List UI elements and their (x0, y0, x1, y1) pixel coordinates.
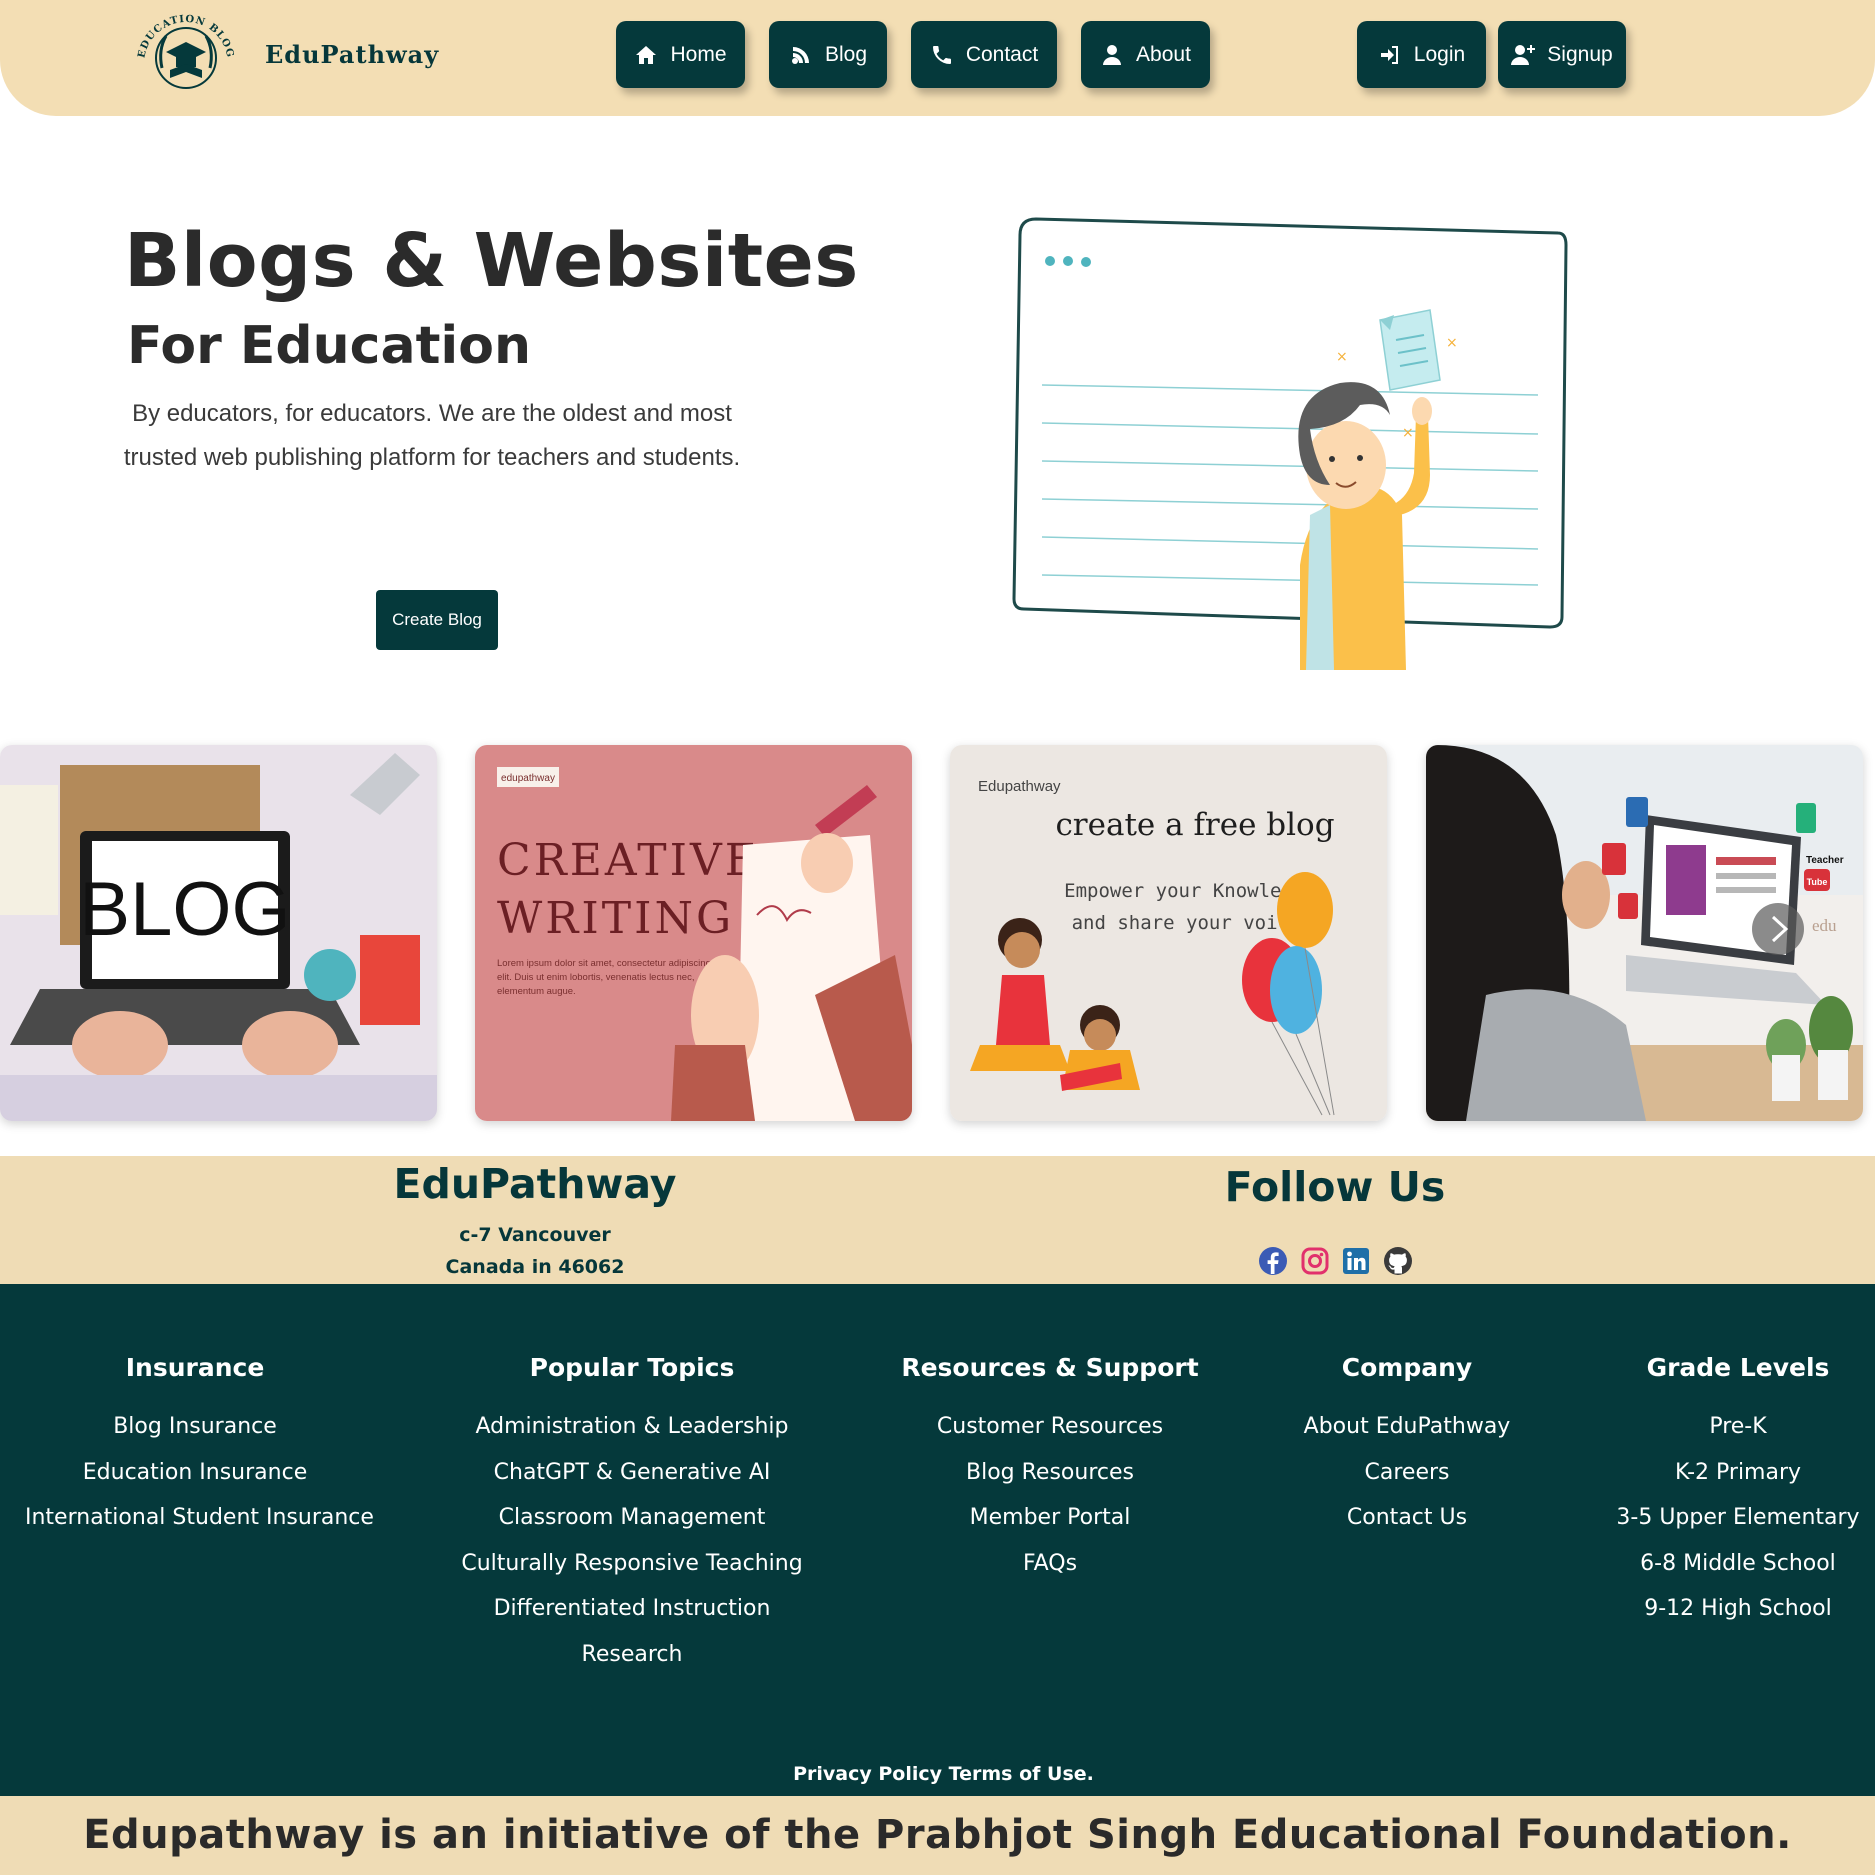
hero-title: Blogs & Websites (124, 218, 859, 304)
signup-label: Signup (1547, 42, 1613, 66)
follow-us-title: Follow Us (1224, 1163, 1446, 1211)
footer-heading-grade-levels: Grade Levels (1646, 1353, 1830, 1382)
footer-link-faqs[interactable]: FAQs (890, 1541, 1210, 1587)
card-student-image: Teacher Tube edu (1426, 745, 1863, 1121)
footer-link-blog-insurance[interactable]: Blog Insurance (25, 1404, 365, 1450)
card-creative-writing-image: edupathway CREATIVE WRITING Lorem ipsum … (475, 745, 912, 1121)
footer-link-blog-resources[interactable]: Blog Resources (890, 1450, 1210, 1496)
footer-column-company: Company About EduPathway Careers Contact… (1277, 1353, 1537, 1541)
card-creative-tag: edupathway (501, 773, 555, 784)
card-student-badge-tube: Tube (1807, 877, 1828, 887)
footer-column-grade-levels: Grade Levels Pre-K K-2 Primary 3-5 Upper… (1598, 1353, 1875, 1632)
nav-home-label: Home (670, 42, 727, 66)
terms-of-use-link[interactable]: Terms of Use. (949, 1763, 1094, 1785)
nav-blog-button[interactable]: Blog (769, 21, 887, 88)
footer-link-international-student-insurance[interactable]: International Student Insurance (25, 1495, 374, 1541)
instagram-link[interactable] (1300, 1246, 1330, 1276)
card-blog-laptop[interactable]: BLOG (0, 745, 437, 1121)
facebook-link[interactable] (1258, 1246, 1288, 1276)
login-label: Login (1413, 42, 1466, 66)
card-create-free-blog[interactable]: Edupathway create a free blog Empower yo… (950, 745, 1387, 1121)
card-blog-image: BLOG (0, 745, 437, 1121)
phone-icon (932, 45, 951, 64)
nav-about-button[interactable]: About (1081, 21, 1210, 88)
card-creative-title-2: WRITING (497, 893, 734, 944)
footer-link-administration-leadership[interactable]: Administration & Leadership (452, 1404, 812, 1450)
address-line-2: Canada in 46062 (445, 1256, 625, 1278)
login-button[interactable]: Login (1357, 21, 1486, 88)
address-line-1: c-7 Vancouver (459, 1224, 611, 1246)
facebook-icon (1259, 1247, 1287, 1275)
footer-link-pre-k[interactable]: Pre-K (1598, 1404, 1875, 1450)
signup-button[interactable]: Signup (1498, 21, 1626, 88)
footer-column-resources-support: Resources & Support Customer Resources B… (890, 1353, 1210, 1586)
footer-link-about-edupathway[interactable]: About EduPathway (1277, 1404, 1537, 1450)
hero-illustration: × × × (1012, 217, 1568, 670)
footer-brand-title: EduPathway (393, 1160, 677, 1208)
footer-column-insurance: Insurance Blog Insurance Education Insur… (25, 1353, 374, 1541)
linkedin-link[interactable] (1341, 1246, 1371, 1276)
footer-link-upper-elementary[interactable]: 3-5 Upper Elementary (1598, 1495, 1875, 1541)
nav-contact-button[interactable]: Contact (911, 21, 1057, 88)
linkedin-icon (1343, 1248, 1369, 1274)
carousel-next-button[interactable] (1752, 903, 1804, 955)
card-free-blog-tagline-1: Empower your Knowledge (1064, 880, 1316, 902)
footer-link-classroom-management[interactable]: Classroom Management (452, 1495, 812, 1541)
footer-link-education-insurance[interactable]: Education Insurance (25, 1450, 365, 1496)
footer-heading-company: Company (1341, 1353, 1473, 1382)
svg-text:×: × (1446, 335, 1458, 351)
card-student-badge-edu: edu (1812, 916, 1837, 935)
card-free-blog-tagline-2: and share your voice (1072, 912, 1301, 934)
card-creative-writing[interactable]: edupathway CREATIVE WRITING Lorem ipsum … (475, 745, 912, 1121)
footer-link-contact-us[interactable]: Contact Us (1277, 1495, 1537, 1541)
footer-link-k2-primary[interactable]: K-2 Primary (1598, 1450, 1875, 1496)
card-free-blog-image: Edupathway create a free blog Empower yo… (950, 745, 1387, 1121)
nav-about-label: About (1136, 42, 1191, 66)
foundation-statement: Edupathway is an initiative of the Prabh… (0, 1796, 1875, 1875)
user-plus-icon (1511, 44, 1536, 65)
footer-link-customer-resources[interactable]: Customer Resources (890, 1404, 1210, 1450)
privacy-policy-link[interactable]: Privacy Policy (793, 1763, 942, 1785)
nav-contact-label: Contact (965, 42, 1039, 66)
nav-home-button[interactable]: Home (616, 21, 745, 88)
blog-icon (791, 46, 809, 64)
footer-link-culturally-responsive-teaching[interactable]: Culturally Responsive Teaching (452, 1541, 812, 1587)
hero-description: By educators, for educators. We are the … (123, 400, 741, 471)
footer-heading-popular-topics: Popular Topics (529, 1353, 735, 1382)
svg-text:×: × (1336, 349, 1348, 365)
user-icon (1103, 44, 1122, 65)
card-creative-body: Lorem ipsum dolor sit amet, consectetur … (497, 958, 711, 997)
legal-links: Privacy Policy Terms of Use. (0, 1763, 1875, 1785)
footer-link-careers[interactable]: Careers (1277, 1450, 1537, 1496)
hero-subtitle: For Education (127, 316, 531, 376)
nav-blog-label: Blog (824, 42, 868, 66)
footer-link-high-school[interactable]: 9-12 High School (1598, 1586, 1875, 1632)
card-free-blog-tag: Edupathway (978, 778, 1061, 795)
footer-link-research[interactable]: Research (452, 1632, 812, 1678)
login-icon (1380, 45, 1398, 64)
card-creative-title-1: CREATIVE (497, 835, 760, 886)
instagram-icon (1301, 1247, 1329, 1275)
create-blog-button[interactable]: Create Blog (376, 590, 498, 650)
footer-link-member-portal[interactable]: Member Portal (890, 1495, 1210, 1541)
home-icon (636, 45, 657, 64)
card-student-laptop[interactable]: Teacher Tube edu (1426, 745, 1863, 1121)
footer-heading-insurance: Insurance (125, 1353, 265, 1382)
card-free-blog-title: create a free blog (1055, 807, 1334, 843)
card-student-badge-teacher: Teacher (1806, 855, 1844, 866)
footer-heading-resources-support: Resources & Support (901, 1353, 1199, 1382)
svg-text:×: × (1402, 425, 1414, 441)
brand-name[interactable]: EduPathway (265, 40, 439, 69)
footer-link-differentiated-instruction[interactable]: Differentiated Instruction (452, 1586, 812, 1632)
footer-link-chatgpt-generative-ai[interactable]: ChatGPT & Generative AI (452, 1450, 812, 1496)
edupathway-logo[interactable]: EDUCATION BLOG (130, 6, 242, 110)
footer-column-popular-topics: Popular Topics Administration & Leadersh… (452, 1353, 812, 1677)
footer-link-middle-school[interactable]: 6-8 Middle School (1598, 1541, 1875, 1587)
github-icon (1384, 1247, 1412, 1275)
github-link[interactable] (1383, 1246, 1413, 1276)
card-blog-screen-text: BLOG (79, 867, 290, 952)
